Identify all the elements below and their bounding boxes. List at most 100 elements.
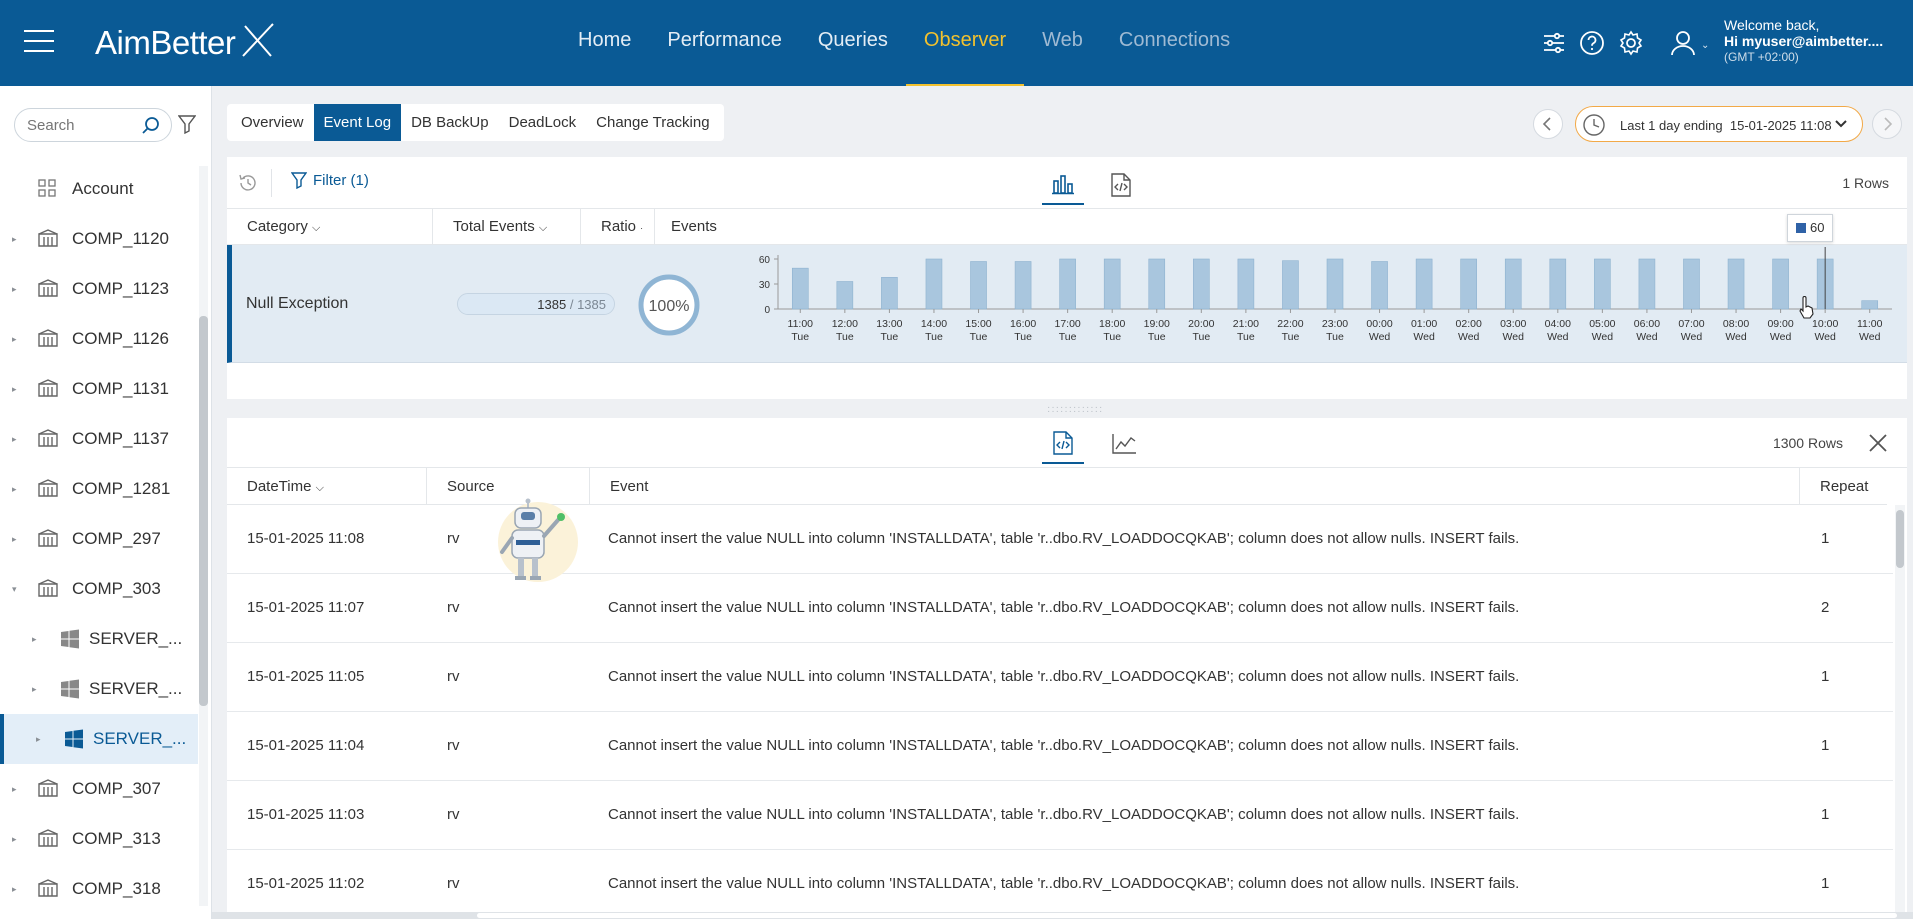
events-bar-chart[interactable]: 6030011:00Tue12:00Tue13:00Tue14:00Tue15:… xyxy=(742,247,1902,363)
table-row[interactable]: 15-01-2025 11:04 rv Cannot insert the valu… xyxy=(227,712,1893,781)
tab-overview[interactable]: Overview xyxy=(231,104,314,141)
nav-web[interactable]: Web xyxy=(1024,0,1101,86)
event-bar[interactable] xyxy=(1014,261,1032,310)
time-next-button[interactable] xyxy=(1872,109,1902,139)
event-bar[interactable] xyxy=(1638,258,1656,310)
event-bar[interactable] xyxy=(1594,258,1611,310)
event-bar[interactable] xyxy=(925,258,943,310)
table-row[interactable]: 15-01-2025 11:05 rv Cannot insert the valu… xyxy=(227,643,1893,712)
panel-resize-handle[interactable]: ············· ············· xyxy=(1047,403,1102,417)
col-ratio[interactable]: Ratio ∙ xyxy=(581,209,655,245)
sidebar-item-comp-297[interactable]: ▸ COMP_297 xyxy=(0,514,198,564)
tab-log-view[interactable] xyxy=(1042,424,1084,464)
sidebar-item-comp-313[interactable]: ▸ COMP_313 xyxy=(0,814,198,864)
nav-queries[interactable]: Queries xyxy=(800,0,906,86)
table-row[interactable]: 15-01-2025 11:03 rv Cannot insert the valu… xyxy=(227,781,1893,850)
col-repeat[interactable]: Repeat xyxy=(1800,468,1890,505)
sidebar-item-server[interactable]: ▸ SERVER_... xyxy=(0,664,198,714)
caret-right-icon[interactable]: ▸ xyxy=(12,834,17,845)
brand-logo[interactable]: AimBetter xyxy=(95,23,274,62)
event-bar[interactable] xyxy=(1371,261,1388,310)
caret-right-icon[interactable]: ▸ xyxy=(12,784,17,795)
event-bar[interactable] xyxy=(1282,260,1299,310)
nav-connections[interactable]: Connections xyxy=(1101,0,1248,86)
event-bar[interactable] xyxy=(1772,258,1789,310)
sidebar-item-comp-1123[interactable]: ▸ COMP_1123 xyxy=(0,264,198,314)
caret-right-icon[interactable]: ▸ xyxy=(12,234,17,245)
sliders-icon[interactable] xyxy=(1541,30,1567,56)
event-bar[interactable] xyxy=(970,261,987,310)
nav-performance[interactable]: Performance xyxy=(649,0,800,86)
gear-icon[interactable] xyxy=(1618,30,1644,56)
sidebar-item-comp-307[interactable]: ▸ COMP_307 xyxy=(0,764,198,814)
caret-down-icon[interactable]: ▾ xyxy=(12,584,17,595)
filter-icon[interactable] xyxy=(178,114,196,134)
nav-home[interactable]: Home xyxy=(560,0,649,86)
tab-trend-view[interactable] xyxy=(1103,424,1145,464)
caret-right-icon[interactable]: ▸ xyxy=(12,334,17,345)
event-bar[interactable] xyxy=(1103,258,1121,310)
col-total-events[interactable]: Total Events ⌵ xyxy=(433,209,581,245)
sidebar-item-comp-318[interactable]: ▸ COMP_318 xyxy=(0,864,198,904)
sidebar-scroll-thumb[interactable] xyxy=(199,316,208,706)
event-bar[interactable] xyxy=(1059,258,1076,310)
caret-right-icon[interactable]: ▸ xyxy=(12,434,17,445)
time-range-selector[interactable]: Last 1 day ending 15-01-2025 11:08 xyxy=(1575,106,1863,142)
search-icon[interactable] xyxy=(141,116,161,136)
event-bar[interactable] xyxy=(1415,258,1433,310)
close-icon[interactable] xyxy=(1867,432,1889,454)
col-category[interactable]: Category ⌵ xyxy=(227,209,433,245)
sidebar-item-server[interactable]: ▸ SERVER_... xyxy=(0,714,198,764)
sidebar-item-comp-1137[interactable]: ▸ COMP_1137 xyxy=(0,414,198,464)
caret-right-icon[interactable]: ▸ xyxy=(12,484,17,495)
sidebar-item-server[interactable]: ▸ SERVER_... xyxy=(0,614,198,664)
sidebar-item-comp-1126[interactable]: ▸ COMP_1126 xyxy=(0,314,198,364)
sidebar-item-account[interactable]: Account xyxy=(0,164,198,214)
menu-icon[interactable] xyxy=(24,30,54,54)
history-icon[interactable] xyxy=(237,172,259,194)
sidebar-item-comp-303[interactable]: ▾ COMP_303 xyxy=(0,564,198,614)
caret-right-icon[interactable]: ▸ xyxy=(12,884,17,895)
tab-change-tracking[interactable]: Change Tracking xyxy=(586,104,719,141)
sidebar-item-comp-1131[interactable]: ▸ COMP_1131 xyxy=(0,364,198,414)
tab-db-backup[interactable]: DB BackUp xyxy=(401,104,499,141)
sidebar-item-comp-1120[interactable]: ▸ COMP_1120 xyxy=(0,214,198,264)
event-bar[interactable] xyxy=(791,267,809,310)
event-bar[interactable] xyxy=(1148,258,1166,310)
event-bar[interactable] xyxy=(881,277,898,310)
summary-row[interactable]: Null Exception 1385 / 1385 100% 60 30 0 11:… xyxy=(227,245,1907,363)
detail-scroll-thumb[interactable] xyxy=(1896,510,1904,568)
event-bar[interactable] xyxy=(1504,258,1522,310)
caret-right-icon[interactable]: ▸ xyxy=(32,634,37,645)
sidebar-item-comp-1281[interactable]: ▸ COMP_1281 xyxy=(0,464,198,514)
event-bar[interactable] xyxy=(1683,258,1700,310)
horizontal-scroll-thumb[interactable] xyxy=(477,913,1897,918)
event-bar[interactable] xyxy=(1861,300,1879,310)
event-bar[interactable] xyxy=(1549,258,1567,310)
caret-right-icon[interactable]: ▸ xyxy=(32,684,37,695)
caret-right-icon[interactable]: ▸ xyxy=(12,384,17,395)
caret-right-icon[interactable]: ▸ xyxy=(12,534,17,545)
help-icon[interactable] xyxy=(1579,30,1605,56)
tab-event-log[interactable]: Event Log xyxy=(313,104,402,141)
caret-right-icon[interactable]: ▸ xyxy=(12,284,17,295)
tab-chart-view[interactable] xyxy=(1042,165,1084,205)
table-row[interactable]: 15-01-2025 11:07 rv Cannot insert the valu… xyxy=(227,574,1893,643)
event-bar[interactable] xyxy=(1193,258,1210,310)
event-bar[interactable] xyxy=(1727,258,1745,310)
col-datetime[interactable]: DateTime ⌵ xyxy=(227,468,427,505)
event-bar[interactable] xyxy=(1237,258,1255,310)
nav-observer[interactable]: Observer xyxy=(905,0,1025,86)
table-row[interactable]: 15-01-2025 11:08 rv Cannot insert the valu… xyxy=(227,505,1893,574)
table-row[interactable]: 15-01-2025 11:02 rv Cannot insert the valu… xyxy=(227,850,1893,914)
time-prev-button[interactable] xyxy=(1533,109,1563,139)
horizontal-scrollbar[interactable] xyxy=(212,912,1913,919)
event-bar[interactable] xyxy=(836,281,854,310)
event-bar[interactable] xyxy=(1326,258,1344,310)
caret-right-icon[interactable]: ▸ xyxy=(36,734,41,745)
filter-button[interactable]: Filter (1) xyxy=(291,171,369,189)
tab-deadlock[interactable]: DeadLock xyxy=(499,104,587,141)
tab-code-view[interactable] xyxy=(1100,165,1142,205)
col-event[interactable]: Event xyxy=(590,468,1800,505)
search-input[interactable] xyxy=(27,117,137,134)
